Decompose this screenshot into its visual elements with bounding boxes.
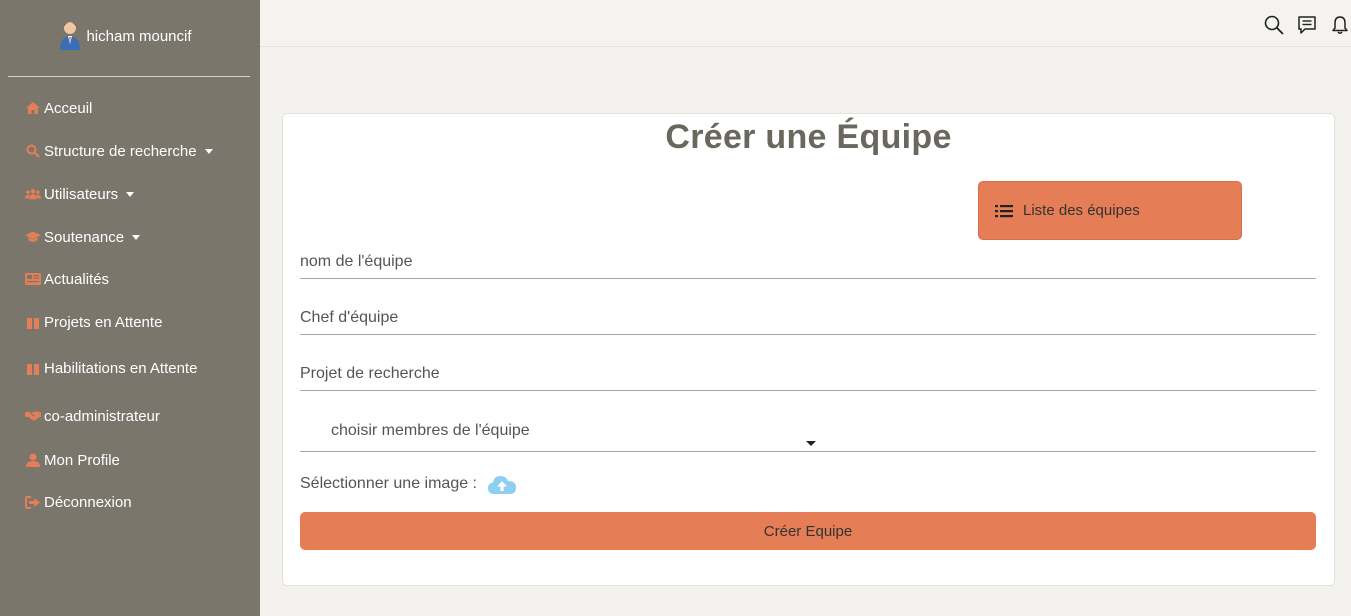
sidebar-item-actualites[interactable]: Actualités xyxy=(25,268,109,290)
handshake-icon xyxy=(25,408,41,424)
avatar xyxy=(58,20,82,52)
search-icon xyxy=(25,143,41,159)
chevron-down-icon xyxy=(806,441,816,446)
user-name: hicham mouncif xyxy=(86,27,192,45)
comment-icon[interactable] xyxy=(1296,14,1318,36)
sidebar-item-acceuil[interactable]: Acceuil xyxy=(25,97,92,119)
newspaper-icon xyxy=(25,271,41,287)
user-profile[interactable]: hicham mouncif xyxy=(0,14,250,58)
team-name-field xyxy=(300,245,1316,282)
chevron-down-icon xyxy=(204,148,213,154)
sidebar-item-label: Déconnexion xyxy=(44,493,132,511)
sidebar-item-projets-attente[interactable]: Projets en Attente xyxy=(25,311,162,333)
bell-icon[interactable] xyxy=(1329,14,1351,36)
create-team-card: Créer une Équipe Liste des équipes chois… xyxy=(282,113,1335,586)
team-list-button[interactable]: Liste des équipes xyxy=(978,181,1242,240)
sidebar: hicham mouncif Acceuil Structure de rech… xyxy=(0,0,260,616)
sidebar-item-utilisateurs[interactable]: Utilisateurs xyxy=(25,183,135,205)
sidebar-item-structure[interactable]: Structure de recherche xyxy=(25,140,213,162)
top-bar xyxy=(260,0,1351,47)
team-lead-field xyxy=(300,301,1316,338)
sidebar-item-label: Acceuil xyxy=(44,99,93,117)
sidebar-item-co-administrateur[interactable]: co-administrateur xyxy=(25,405,160,427)
users-icon xyxy=(25,186,41,202)
team-lead-input[interactable] xyxy=(300,301,1316,338)
pause-icon xyxy=(25,360,41,376)
cloud-upload-icon[interactable] xyxy=(487,473,517,495)
user-icon xyxy=(25,452,41,468)
sidebar-item-label: co-administrateur xyxy=(44,407,160,425)
team-list-button-label: Liste des équipes xyxy=(1023,202,1140,219)
sidebar-item-label: Soutenance xyxy=(44,228,125,246)
members-select-label: choisir membres de l'équipe xyxy=(331,422,530,439)
top-bar-actions xyxy=(1263,14,1351,36)
sidebar-item-soutenance[interactable]: Soutenance xyxy=(25,226,141,248)
chevron-down-icon xyxy=(132,234,141,240)
sidebar-item-label: Structure de recherche xyxy=(44,142,197,160)
sidebar-item-label: Actualités xyxy=(44,270,110,288)
create-team-button[interactable]: Créer Equipe xyxy=(300,512,1316,550)
sign-out-icon xyxy=(25,494,41,510)
page-title: Créer une Équipe xyxy=(665,118,952,156)
sidebar-item-label: Utilisateurs xyxy=(44,185,119,203)
image-upload-label: Sélectionner une image : xyxy=(300,475,477,492)
sidebar-item-label: Projets en Attente xyxy=(44,313,163,331)
sidebar-item-label: Mon Profile xyxy=(44,451,120,469)
search-icon[interactable] xyxy=(1263,14,1285,36)
image-upload-row: Sélectionner une image : xyxy=(300,472,517,496)
members-select[interactable]: choisir membres de l'équipe xyxy=(300,414,1316,452)
sidebar-item-mon-profile[interactable]: Mon Profile xyxy=(25,449,120,471)
home-icon xyxy=(25,100,41,116)
project-input[interactable] xyxy=(300,357,1316,394)
project-field xyxy=(300,357,1316,394)
team-name-input[interactable] xyxy=(300,245,1316,282)
sidebar-divider xyxy=(8,76,250,77)
sidebar-item-habilitations-attente[interactable]: Habilitations en Attente xyxy=(25,357,197,379)
graduation-cap-icon xyxy=(25,229,41,245)
chevron-down-icon xyxy=(126,191,135,197)
sidebar-item-label: Habilitations en Attente xyxy=(44,359,198,377)
list-icon xyxy=(995,204,1013,218)
sidebar-item-deconnexion[interactable]: Déconnexion xyxy=(25,491,132,513)
pause-icon xyxy=(25,314,41,330)
